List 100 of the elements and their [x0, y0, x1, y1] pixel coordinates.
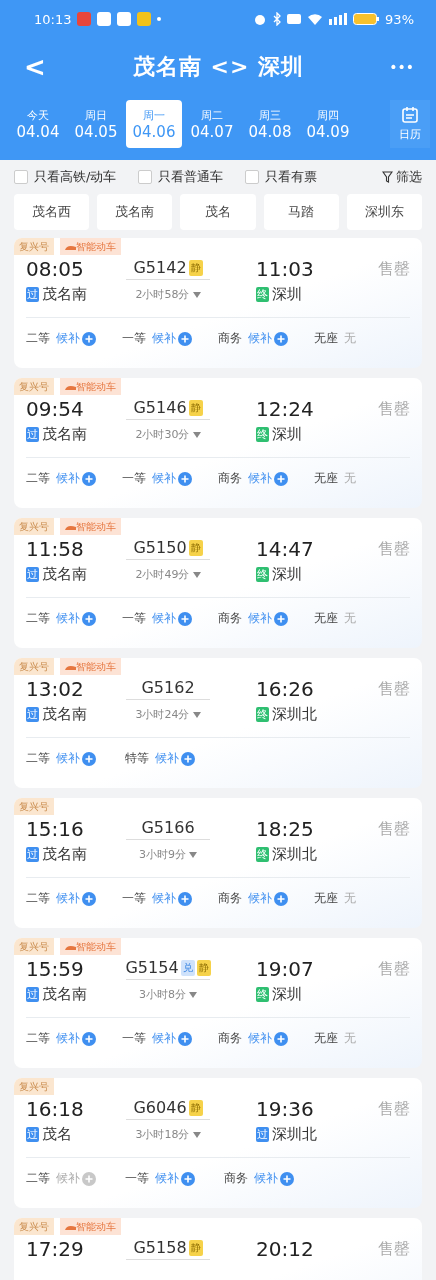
- waitlist-link[interactable]: 候补: [56, 1030, 80, 1047]
- train-card[interactable]: 复兴号 智能动车 15:59 G5154 兑 静 19:07 售罄 过 茂名南 3小时8分 终 深圳 二等 候补 一等 候补 商务 候补 无座 无: [14, 938, 422, 1068]
- waitlist-link[interactable]: 候补: [152, 1030, 176, 1047]
- date-tab[interactable]: 今天 04.04: [10, 100, 66, 148]
- station-chip[interactable]: 茂名: [180, 194, 256, 230]
- train-icon: [65, 384, 76, 390]
- date-tab[interactable]: 周二 04.07: [184, 100, 240, 148]
- seat-class: 商务: [218, 1030, 242, 1047]
- waitlist-link[interactable]: 候补: [248, 610, 272, 627]
- add-icon[interactable]: [82, 1171, 96, 1186]
- waitlist-link[interactable]: 候补: [254, 1170, 278, 1187]
- departure-station: 茂名南: [42, 985, 87, 1004]
- train-icon: [65, 664, 76, 670]
- filter-button[interactable]: 筛选: [382, 168, 422, 186]
- waitlist-link[interactable]: 候补: [155, 750, 179, 767]
- add-icon[interactable]: [178, 331, 192, 346]
- add-icon[interactable]: [181, 1171, 195, 1186]
- station-badge: 终: [256, 427, 269, 442]
- date-tab[interactable]: 周三 04.08: [242, 100, 298, 148]
- train-tag: 智能动车: [60, 1218, 121, 1235]
- arrival-time: 18:25: [256, 817, 315, 841]
- trip-duration: 3小时8分: [139, 987, 186, 1002]
- train-badge: 静: [188, 1239, 203, 1256]
- seat-availability: 无: [344, 890, 356, 907]
- checkbox[interactable]: [245, 170, 260, 184]
- station-chip[interactable]: 茂名南: [97, 194, 173, 230]
- add-icon[interactable]: [274, 1031, 288, 1046]
- seat-availability: 无: [344, 610, 356, 627]
- add-icon[interactable]: [274, 331, 288, 346]
- waitlist-link[interactable]: 候补: [56, 890, 80, 907]
- date-tab[interactable]: 周一 04.06: [126, 100, 182, 148]
- seat-class: 一等: [122, 470, 146, 487]
- station-chip[interactable]: 深圳东: [346, 194, 422, 230]
- back-button[interactable]: <: [18, 52, 52, 82]
- waitlist-link[interactable]: 候补: [56, 750, 80, 767]
- waitlist-link[interactable]: 候补: [248, 330, 272, 347]
- train-card[interactable]: 复兴号 智能动车 13:02 G5162 16:26 售罄 过 茂名南 3小时24分 终 深圳北 二等 候补 特等 候补: [14, 658, 422, 788]
- waitlist-link[interactable]: 候补: [56, 1170, 80, 1187]
- waitlist-link[interactable]: 候补: [152, 610, 176, 627]
- add-icon[interactable]: [181, 751, 195, 766]
- train-card[interactable]: 复兴号 16:18 G6046 静 19:36 售罄 过 茂名 3小时18分 过 深圳北 二等 候补 一等 候补 商务 候补: [14, 1078, 422, 1208]
- trip-duration: 2小时30分: [135, 427, 190, 442]
- station-chip[interactable]: 茂名西: [14, 194, 90, 230]
- add-icon[interactable]: [178, 471, 192, 486]
- train-number: G5158: [133, 1238, 187, 1257]
- waitlist-link[interactable]: 候补: [152, 890, 176, 907]
- add-icon[interactable]: [274, 611, 288, 626]
- seat-class: 特等: [125, 750, 149, 767]
- train-card[interactable]: 复兴号 智能动车 08:05 G5142 静 11:03 售罄 过 茂名南 2小时58分 终 深圳 二等 候补 一等 候补 商务 候补 无座 无: [14, 238, 422, 368]
- train-card[interactable]: 复兴号 智能动车 09:54 G5146 静 12:24 售罄 过 茂名南 2小时30分 终 深圳 二等 候补 一等 候补 商务 候补 无座 无: [14, 378, 422, 508]
- waitlist-link[interactable]: 候补: [152, 330, 176, 347]
- add-icon[interactable]: [82, 1031, 96, 1046]
- station-chip[interactable]: 马踏: [263, 194, 339, 230]
- waitlist-link[interactable]: 候补: [248, 890, 272, 907]
- train-tag: 复兴号: [14, 938, 54, 955]
- seat-class: 二等: [26, 330, 50, 347]
- train-card[interactable]: 复兴号 智能动车 17:29 G5158 静 20:12 售罄: [14, 1218, 422, 1280]
- waitlist-link[interactable]: 候补: [248, 1030, 272, 1047]
- add-icon[interactable]: [82, 611, 96, 626]
- calendar-button[interactable]: 日历: [390, 100, 430, 148]
- add-icon[interactable]: [82, 471, 96, 486]
- station-badge: 过: [26, 1127, 39, 1142]
- departure-time: 15:16: [26, 817, 85, 841]
- train-badge: 静: [188, 1099, 203, 1116]
- date-tab[interactable]: 周日 04.05: [68, 100, 124, 148]
- add-icon[interactable]: [178, 611, 192, 626]
- add-icon[interactable]: [274, 471, 288, 486]
- filter-checkbox[interactable]: 只看高铁/动车: [14, 168, 117, 186]
- train-icon: [65, 944, 76, 950]
- train-icon: [65, 1224, 76, 1230]
- seat-class: 一等: [125, 1170, 149, 1187]
- station-badge: 终: [256, 287, 269, 302]
- waitlist-link[interactable]: 候补: [56, 610, 80, 627]
- dropdown-icon: [192, 1131, 201, 1138]
- filter-checkbox[interactable]: 只看有票: [245, 168, 318, 186]
- add-icon[interactable]: [82, 891, 96, 906]
- filter-checkbox[interactable]: 只看普通车: [138, 168, 224, 186]
- add-icon[interactable]: [82, 331, 96, 346]
- checkbox[interactable]: [14, 170, 28, 184]
- app-icon: [97, 12, 112, 26]
- date-tab[interactable]: 周四 04.09: [300, 100, 356, 148]
- train-card[interactable]: 复兴号 智能动车 11:58 G5150 静 14:47 售罄 过 茂名南 2小时49分 终 深圳 二等 候补 一等 候补 商务 候补 无座 无: [14, 518, 422, 648]
- seat-class: 二等: [26, 1030, 50, 1047]
- waitlist-link[interactable]: 候补: [248, 470, 272, 487]
- waitlist-link[interactable]: 候补: [155, 1170, 179, 1187]
- more-button[interactable]: •••: [385, 59, 418, 75]
- add-icon[interactable]: [280, 1171, 294, 1186]
- add-icon[interactable]: [178, 891, 192, 906]
- sold-out-label: 售罄: [377, 818, 410, 840]
- seat-class: 无座: [314, 610, 338, 627]
- checkbox[interactable]: [138, 170, 153, 184]
- add-icon[interactable]: [274, 891, 288, 906]
- train-card[interactable]: 复兴号 15:16 G5166 18:25 售罄 过 茂名南 3小时9分 终 深圳北 二等 候补 一等 候补 商务 候补 无座 无: [14, 798, 422, 928]
- departure-station: 茂名: [42, 1125, 72, 1144]
- add-icon[interactable]: [178, 1031, 192, 1046]
- waitlist-link[interactable]: 候补: [56, 330, 80, 347]
- add-icon[interactable]: [82, 751, 96, 766]
- waitlist-link[interactable]: 候补: [152, 470, 176, 487]
- waitlist-link[interactable]: 候补: [56, 470, 80, 487]
- arrival-time: 16:26: [256, 677, 315, 701]
